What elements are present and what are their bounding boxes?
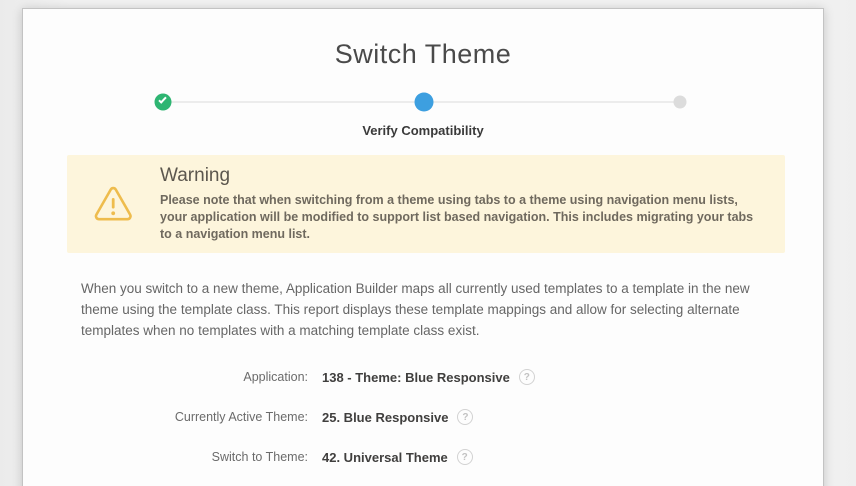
help-icon[interactable]: ? (457, 449, 473, 465)
wizard-progress (23, 92, 823, 112)
field-row-application: Application: 138 - Theme: Blue Responsiv… (23, 367, 823, 387)
page-title: Switch Theme (23, 39, 823, 70)
warning-triangle-icon (93, 186, 133, 223)
wizard-step-completed (155, 94, 172, 111)
switch-theme-label: Switch to Theme: (23, 450, 308, 464)
help-icon[interactable]: ? (457, 409, 473, 425)
warning-banner: Warning Please note that when switching … (67, 155, 785, 253)
switch-theme-value: 42. Universal Theme (322, 450, 448, 465)
current-theme-label: Currently Active Theme: (23, 410, 308, 424)
theme-mapping-description: When you switch to a new theme, Applicat… (81, 278, 776, 341)
switch-theme-dialog: Switch Theme Verify Compatibility Warnin… (22, 8, 824, 486)
warning-message: Please note that when switching from a t… (160, 192, 765, 243)
current-theme-value: 25. Blue Responsive (322, 410, 448, 425)
application-value: 138 - Theme: Blue Responsive (322, 370, 510, 385)
check-icon (158, 95, 166, 104)
help-icon[interactable]: ? (519, 369, 535, 385)
application-label: Application: (23, 370, 308, 384)
wizard-step-upcoming (674, 96, 687, 109)
field-row-current-theme: Currently Active Theme: 25. Blue Respons… (23, 407, 823, 427)
current-step-label: Verify Compatibility (23, 123, 823, 138)
warning-text-block: Warning Please note that when switching … (160, 165, 765, 243)
warning-title: Warning (160, 165, 765, 187)
field-row-switch-theme: Switch to Theme: 42. Universal Theme ? (23, 447, 823, 467)
theme-summary-fields: Application: 138 - Theme: Blue Responsiv… (23, 367, 823, 467)
wizard-step-current (415, 93, 434, 112)
